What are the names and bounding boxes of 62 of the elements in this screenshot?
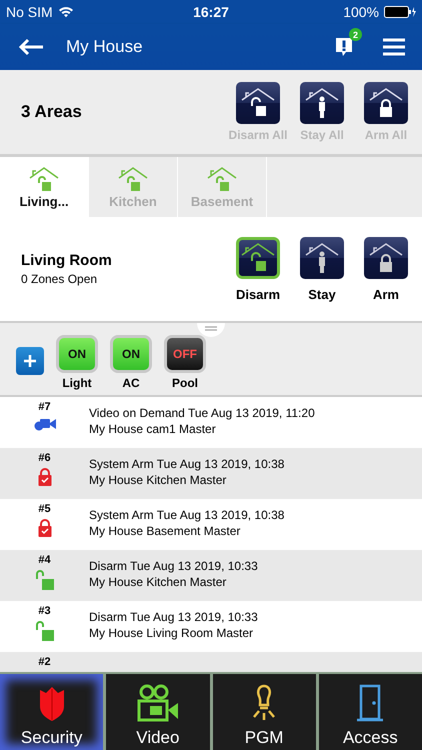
event-number: #4 <box>38 554 51 566</box>
event-title: System Arm Tue Aug 13 2019, 10:38 <box>89 457 284 471</box>
toggle-button[interactable]: ON <box>56 335 98 373</box>
menu-icon[interactable] <box>382 38 406 56</box>
clock: 16:27 <box>193 4 229 20</box>
mode-label: Disarm <box>236 286 280 302</box>
event-detail: My House Living Room Master <box>89 626 254 640</box>
padlock-check-icon <box>38 519 52 537</box>
drag-handle-icon[interactable] <box>196 323 226 337</box>
event-number: #2 <box>38 656 51 668</box>
battery-icon <box>384 6 416 18</box>
nav-tab[interactable]: Security <box>0 674 104 750</box>
event-detail: My House Basement Master <box>89 524 242 538</box>
padlock-open-icon <box>34 570 54 590</box>
toggle-button[interactable]: OFF <box>164 335 206 373</box>
event-title: System Arm Tue Aug 13 2019, 10:38 <box>89 508 284 522</box>
switch-label: Light <box>62 376 92 390</box>
nav-tab[interactable]: Access <box>318 674 422 750</box>
camera-icon <box>34 417 56 431</box>
house-stay-icon[interactable] <box>300 82 344 124</box>
mode-label: Stay <box>308 286 336 302</box>
house-disarm-button[interactable] <box>236 236 280 278</box>
switch-label: Pool <box>172 376 198 390</box>
event-detail: My House Kitchen Master <box>89 473 228 487</box>
nav-tab[interactable]: Video <box>106 674 210 750</box>
padlock-open-icon <box>34 621 54 641</box>
battery-level: 100% <box>343 4 379 20</box>
plus-icon <box>23 354 37 368</box>
zones-status: 0 Zones Open <box>21 272 98 286</box>
notification-badge: 2 <box>349 28 362 41</box>
alert-icon[interactable] <box>334 36 354 58</box>
area-tab[interactable]: Living... <box>0 157 89 217</box>
event-detail: My House Kitchen Master <box>89 575 228 589</box>
event-number: #7 <box>38 401 51 413</box>
area-name: Living Room <box>21 252 112 269</box>
wifi-icon <box>58 6 74 18</box>
toggle-button[interactable]: ON <box>110 335 152 373</box>
house-arm-button[interactable] <box>364 236 408 278</box>
event-number: #3 <box>38 605 51 617</box>
page-title: My House <box>66 37 144 57</box>
event-number: #5 <box>38 503 51 515</box>
event-detail: My House cam1 Master <box>89 422 217 436</box>
house-arm-icon[interactable] <box>364 82 408 124</box>
house-stay-button[interactable] <box>300 236 344 278</box>
house-unlocked-icon <box>28 166 60 192</box>
nav-tab[interactable]: PGM <box>212 674 316 750</box>
house-unlocked-icon <box>206 166 238 192</box>
add-button[interactable] <box>16 347 44 375</box>
back-arrow-icon[interactable] <box>18 38 44 56</box>
padlock-check-icon <box>38 468 52 486</box>
switch-label: AC <box>122 376 140 390</box>
event-title: Disarm Tue Aug 13 2019, 10:33 <box>89 559 258 573</box>
carrier: No SIM <box>6 4 53 20</box>
door-icon <box>355 684 386 722</box>
event-title: Video on Demand Tue Aug 13 2019, 11:20 <box>89 406 315 420</box>
event-number: #6 <box>38 452 51 464</box>
mode-label: Arm <box>372 286 399 302</box>
areas-count: 3 Areas <box>21 102 82 122</box>
house-unlocked-icon <box>117 166 149 192</box>
event-title: Disarm Tue Aug 13 2019, 10:33 <box>89 610 258 624</box>
house-disarm-icon[interactable] <box>236 82 280 124</box>
video-camera-icon <box>136 684 180 722</box>
